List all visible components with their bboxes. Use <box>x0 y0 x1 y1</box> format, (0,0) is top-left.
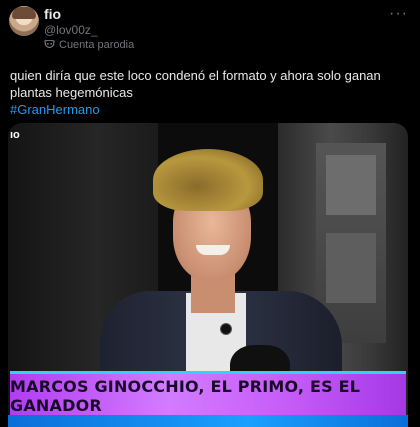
caption-text: MARCOS GINOCCHIO, EL PRIMO, ES EL GANADO… <box>10 377 361 415</box>
banner-accent-bar <box>8 415 408 427</box>
tweet-body: quien diría que este loco condenó el for… <box>10 67 410 118</box>
mask-icon <box>44 40 55 50</box>
channel-watermark: ıo <box>10 129 20 141</box>
parody-label: Cuenta parodia <box>44 39 134 51</box>
caption-banner: MARCOS GINOCCHIO, EL PRIMO, ES EL GANADO… <box>10 371 406 418</box>
person-hair <box>153 149 263 211</box>
lapel-mic <box>220 323 232 335</box>
avatar-hair <box>12 7 36 19</box>
hashtag-link[interactable]: #GranHermano <box>10 101 410 118</box>
display-name[interactable]: fio <box>44 6 61 22</box>
tweet-text: quien diría que este loco condenó el for… <box>10 68 381 100</box>
more-icon[interactable]: ··· <box>389 5 408 23</box>
person-smile <box>196 245 230 255</box>
user-handle[interactable]: @lov00z_ <box>44 23 98 37</box>
tweet-media[interactable]: ıo MARCOS GINOCCHIO, EL PRIMO, ES EL GAN… <box>8 123 408 427</box>
parody-text: Cuenta parodia <box>59 39 135 51</box>
avatar[interactable] <box>9 6 39 36</box>
